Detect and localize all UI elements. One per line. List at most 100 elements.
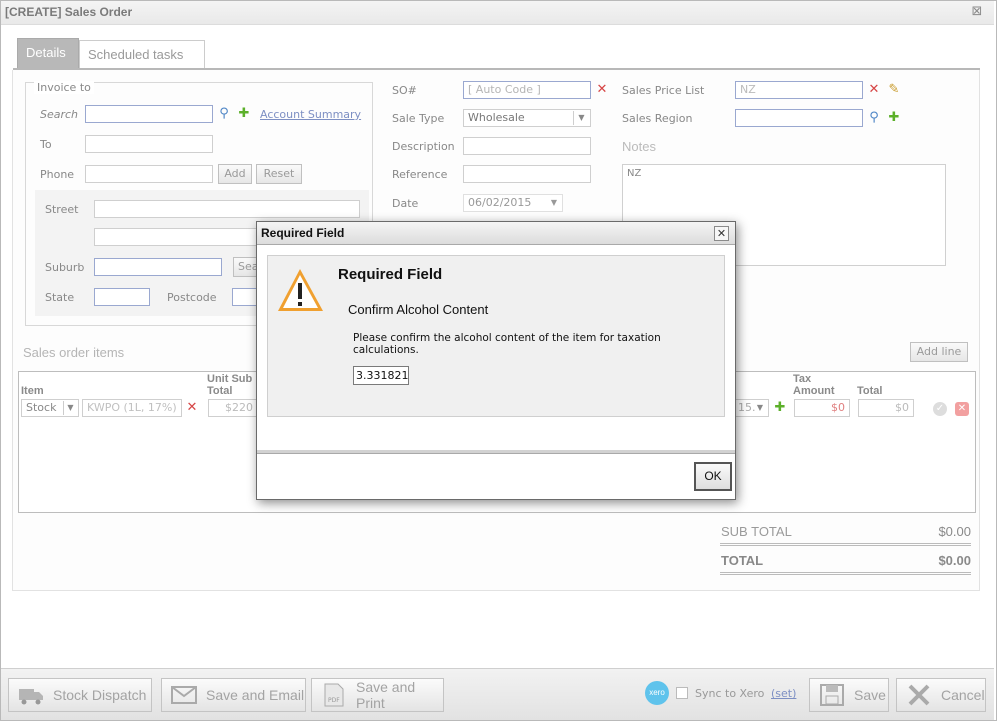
clear-so-icon[interactable]: ✕ bbox=[594, 82, 610, 98]
dialog-title: Required Field bbox=[261, 226, 345, 240]
stock-dispatch-label: Stock Dispatch bbox=[53, 687, 147, 703]
sub-total-label: SUB TOTAL bbox=[721, 524, 792, 539]
add-region-icon[interactable]: ✚ bbox=[886, 110, 902, 126]
street-label: Street bbox=[45, 203, 79, 216]
close-icon[interactable]: ⊠ bbox=[970, 5, 984, 19]
chevron-down-icon[interactable]: ▼ bbox=[573, 111, 589, 125]
customer-search-input[interactable] bbox=[85, 105, 213, 123]
state-input[interactable] bbox=[94, 288, 150, 306]
ok-button[interactable]: OK bbox=[694, 462, 732, 491]
save-and-email-label: Save and Email bbox=[206, 687, 305, 703]
suburb-label: Suburb bbox=[45, 261, 85, 274]
window-titlebar bbox=[1, 1, 994, 25]
sub-total-value: $0.00 bbox=[938, 524, 971, 539]
row-total-input[interactable]: $0 bbox=[858, 399, 914, 417]
description-input[interactable] bbox=[463, 137, 591, 155]
alcohol-content-input[interactable]: 3.331821 bbox=[353, 366, 409, 385]
save-button[interactable]: Save bbox=[809, 678, 889, 712]
suburb-input[interactable] bbox=[94, 258, 222, 276]
street-input[interactable] bbox=[94, 200, 360, 218]
floppy-disk-icon bbox=[818, 683, 846, 707]
tab-details[interactable]: Details bbox=[17, 38, 79, 69]
svg-text:PDF: PDF bbox=[328, 697, 340, 704]
reset-button[interactable]: Reset bbox=[256, 164, 302, 184]
delete-row-icon[interactable]: ✕ bbox=[955, 402, 969, 416]
search-label: Search bbox=[40, 108, 79, 121]
sales-price-list-input[interactable]: NZ bbox=[735, 81, 863, 99]
row-unit-sub-input[interactable]: $220 bbox=[208, 399, 258, 417]
save-and-email-button[interactable]: Save and Email bbox=[161, 678, 306, 712]
clear-price-list-icon[interactable]: ✕ bbox=[866, 82, 882, 98]
chevron-down-icon[interactable]: ▼ bbox=[63, 401, 77, 415]
xero-logo: xero bbox=[645, 681, 669, 705]
total-divider bbox=[720, 572, 971, 575]
dialog-heading: Required Field bbox=[338, 266, 443, 283]
col-unit-sub-header-2: Total bbox=[207, 385, 233, 397]
chevron-down-icon[interactable]: ▼ bbox=[753, 401, 767, 415]
pdf-icon: PDF bbox=[320, 683, 348, 707]
save-and-print-button[interactable]: PDF Save and Print bbox=[311, 678, 444, 712]
add-customer-icon[interactable]: ✚ bbox=[236, 106, 252, 122]
stock-dispatch-button[interactable]: Stock Dispatch bbox=[8, 678, 152, 712]
phone-input[interactable] bbox=[85, 165, 213, 183]
cancel-button[interactable]: Cancel bbox=[896, 678, 986, 712]
sales-order-items-title: Sales order items bbox=[23, 345, 125, 360]
edit-pencil-icon[interactable]: ✎ bbox=[886, 82, 902, 98]
cancel-x-icon bbox=[905, 683, 933, 707]
account-summary-link[interactable]: Account Summary bbox=[260, 108, 361, 121]
cancel-label: Cancel bbox=[941, 687, 985, 703]
tab-scheduled-tasks[interactable]: Scheduled tasks bbox=[79, 40, 205, 69]
row-type-value: Stock bbox=[26, 401, 57, 414]
reference-label: Reference bbox=[392, 168, 448, 181]
sales-region-label: Sales Region bbox=[622, 112, 693, 125]
col-item-header: Item bbox=[21, 385, 44, 397]
dialog-subheading: Confirm Alcohol Content bbox=[348, 302, 489, 317]
search-icon[interactable]: ⚲ bbox=[216, 106, 232, 122]
envelope-icon bbox=[170, 683, 198, 707]
sync-to-xero-label: Sync to Xero bbox=[695, 687, 765, 700]
sale-type-select[interactable]: Wholesale bbox=[463, 109, 591, 127]
sales-price-list-label: Sales Price List bbox=[622, 84, 705, 97]
calendar-dropdown-icon[interactable]: ▼ bbox=[547, 196, 561, 210]
postcode-input[interactable] bbox=[232, 288, 258, 306]
totals-divider bbox=[720, 543, 971, 546]
save-label: Save bbox=[854, 687, 886, 703]
invoice-to-legend: Invoice to bbox=[34, 81, 94, 94]
row-tax-amount-input[interactable]: $0 bbox=[794, 399, 850, 417]
row-product-input[interactable]: KWPO (1L, 17%) bbox=[82, 399, 182, 417]
total-label: TOTAL bbox=[721, 553, 764, 568]
col-tax-header-2: Amount bbox=[793, 385, 835, 397]
col-total-header: Total bbox=[857, 385, 883, 397]
add-tax-icon[interactable]: ✚ bbox=[772, 400, 788, 416]
notes-label: Notes bbox=[622, 139, 656, 154]
save-and-print-label: Save and Print bbox=[356, 679, 416, 711]
clear-product-icon[interactable]: ✕ bbox=[184, 400, 200, 416]
so-number-input[interactable]: [ Auto Code ] bbox=[463, 81, 591, 99]
warning-icon bbox=[276, 266, 326, 316]
confirm-row-icon[interactable]: ✓ bbox=[933, 402, 947, 416]
add-phone-button[interactable]: Add bbox=[218, 164, 252, 184]
sale-type-label: Sale Type bbox=[392, 112, 445, 125]
sales-region-input[interactable] bbox=[735, 109, 863, 127]
add-line-button[interactable]: Add line bbox=[910, 342, 968, 362]
street-input-2[interactable] bbox=[94, 228, 260, 246]
sync-set-link[interactable]: (set) bbox=[771, 687, 796, 700]
so-label: SO# bbox=[392, 84, 417, 97]
total-value: $0.00 bbox=[938, 553, 971, 568]
window-title: [CREATE] Sales Order bbox=[5, 5, 133, 19]
to-input[interactable] bbox=[85, 135, 213, 153]
col-unit-sub-header-1: Unit Sub bbox=[207, 373, 253, 385]
sync-to-xero-checkbox[interactable] bbox=[676, 687, 688, 699]
dialog-message: Please confirm the alcohol content of th… bbox=[353, 332, 661, 356]
truck-icon bbox=[17, 683, 45, 707]
phone-label: Phone bbox=[40, 168, 75, 181]
date-label: Date bbox=[392, 197, 419, 210]
postcode-label: Postcode bbox=[167, 291, 217, 304]
col-tax-header-1: Tax bbox=[793, 373, 812, 385]
state-label: State bbox=[45, 291, 75, 304]
search-region-icon[interactable]: ⚲ bbox=[866, 110, 882, 126]
reference-input[interactable] bbox=[463, 165, 591, 183]
dialog-close-icon[interactable]: ✕ bbox=[714, 226, 729, 241]
description-label: Description bbox=[392, 140, 455, 153]
sale-type-value: Wholesale bbox=[468, 111, 525, 124]
